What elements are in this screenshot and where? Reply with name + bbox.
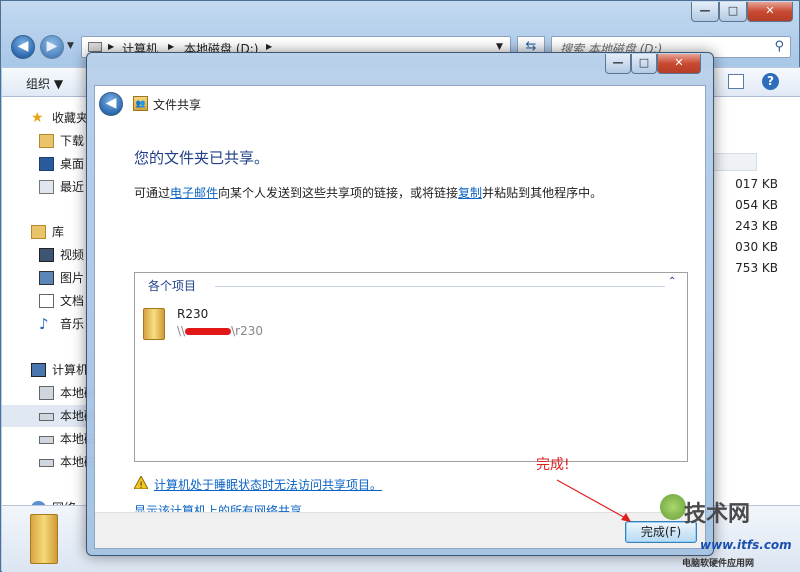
dialog-maximize-button[interactable]: □ [631,54,657,74]
close-button[interactable]: ✕ [747,2,793,22]
desktop-icon [39,157,54,171]
back-arrow-icon: ◀ [105,95,117,111]
back-button[interactable]: ◀ [11,35,35,59]
watermark-logo [660,494,686,520]
nav-disk-d[interactable]: 本地磁 [2,405,96,427]
folder-icon [143,308,165,340]
search-icon: ⚲ [774,39,784,54]
downloads-folder-icon [39,134,54,148]
back-arrow-icon: ◀ [17,38,29,54]
video-library-icon [39,248,54,262]
nav-label: 视频 [60,248,85,262]
breadcrumb-separator-icon: ▶ [108,42,115,51]
recent-pages-dropdown[interactable]: ▼ [67,41,74,51]
maximize-button[interactable]: □ [719,2,747,22]
file-size: 017 KB [735,177,778,191]
nav-computer[interactable]: 计算机 [0,359,88,381]
nav-label: 最近 [60,180,85,194]
minimize-button[interactable]: — [691,2,719,22]
system-drive-icon [39,386,54,400]
warning-icon: ! [133,474,149,491]
address-dropdown-icon[interactable]: ▼ [496,42,503,52]
nav-libraries[interactable]: 库 [0,221,80,243]
help-icon[interactable]: ? [762,73,779,90]
nav-disk-f[interactable]: 本地磁 [2,451,96,473]
nav-desktop[interactable]: 桌面 [2,153,88,175]
nav-videos[interactable]: 视频 [2,244,88,266]
nav-label: 文档 [60,294,85,308]
sleep-warning-link[interactable]: 计算机处于睡眠状态时无法访问共享项目。 [154,476,382,493]
document-library-icon [39,294,54,308]
shared-folder-icon: 👥 [133,96,148,111]
desc-text: 可通过 [134,186,171,200]
watermark-url: www.itfs.com [700,538,792,552]
nav-label: 音乐 [60,317,85,331]
forward-button[interactable]: ▶ [40,35,64,59]
redaction-mark [185,328,232,335]
file-size: 054 KB [735,198,778,212]
dialog-minimize-button[interactable]: — [605,54,631,74]
desc-text: 向某个人发送到这些共享项的链接，或将链接 [218,186,459,200]
items-group-header: 各个项目 [148,279,197,293]
email-link[interactable]: 电子邮件 [170,186,218,200]
item-name[interactable]: R230 [177,307,208,321]
breadcrumb-separator-icon: ▶ [266,42,273,51]
nav-label: 桌面 [60,157,85,171]
svg-text:!: ! [139,481,143,489]
dialog-back-button[interactable]: ◀ [99,92,123,116]
copy-link[interactable]: 复制 [458,186,482,200]
music-note-icon: ♪ [39,315,49,333]
nav-label: 计算机 [52,363,89,377]
drive-icon [39,436,54,444]
annotation-arrow [556,479,631,522]
preview-pane-icon[interactable] [728,74,744,89]
nav-label: 下载 [60,134,85,148]
nav-disk-c[interactable]: 本地磁 [2,382,96,404]
path-suffix: \r230 [231,324,263,338]
collapse-chevron-icon[interactable]: ⌃ [668,276,676,287]
drive-icon [88,42,102,52]
watermark-title: 技术网 [684,502,751,527]
dialog-close-button[interactable]: ✕ [657,54,701,74]
forward-arrow-icon: ▶ [46,38,58,54]
drive-icon [39,413,54,421]
star-icon: ★ [31,110,44,126]
nav-music[interactable]: ♪ 音乐 [2,313,88,335]
nav-recent[interactable]: 最近 [2,176,88,198]
nav-label: 图片 [60,271,85,285]
navigation-pane: ★ 收藏夹 下载 桌面 最近 库 视频 图片 文档 ♪ 音乐 计算机 本地磁 本地磁… [0,97,96,515]
recent-places-icon [39,180,54,194]
dialog-heading: 您的文件夹已共享。 [134,149,270,167]
shared-items-list: 各个项目 ⌃ R230 \\ \r230 [134,272,688,462]
drive-icon [39,459,54,467]
nav-documents[interactable]: 文档 [2,290,88,312]
annotation-label: 完成! [536,457,570,473]
watermark-subtitle: 电脑软硬件应用网 [682,559,755,569]
group-divider [215,286,665,287]
file-size: 753 KB [735,261,778,275]
file-size: 030 KB [735,240,778,254]
nav-pictures[interactable]: 图片 [2,267,88,289]
desc-text: 并粘贴到其他程序中。 [482,186,603,200]
column-header[interactable] [713,153,757,171]
dialog-title: 文件共享 [153,98,202,112]
computer-icon [31,363,46,377]
breadcrumb-separator-icon: ▶ [168,42,175,51]
file-size: 243 KB [735,219,778,233]
file-list: 017 KB 054 KB 243 KB 030 KB 753 KB [713,97,800,505]
nav-downloads[interactable]: 下载 [2,130,88,152]
folder-icon [30,514,58,564]
organize-button[interactable]: 组织 ▼ [26,75,63,92]
library-icon [31,225,46,239]
nav-favorites[interactable]: ★ 收藏夹 [0,107,88,129]
item-path: \\ \r230 [177,324,263,338]
nav-label: 收藏夹 [52,111,89,125]
nav-label: 库 [52,225,65,239]
path-prefix: \\ [177,324,186,338]
share-description: 可通过电子邮件向某个人发送到这些共享项的链接，或将链接复制并粘贴到其他程序中。 [134,184,602,201]
nav-disk-e[interactable]: 本地磁 [2,428,96,450]
picture-library-icon [39,271,54,285]
